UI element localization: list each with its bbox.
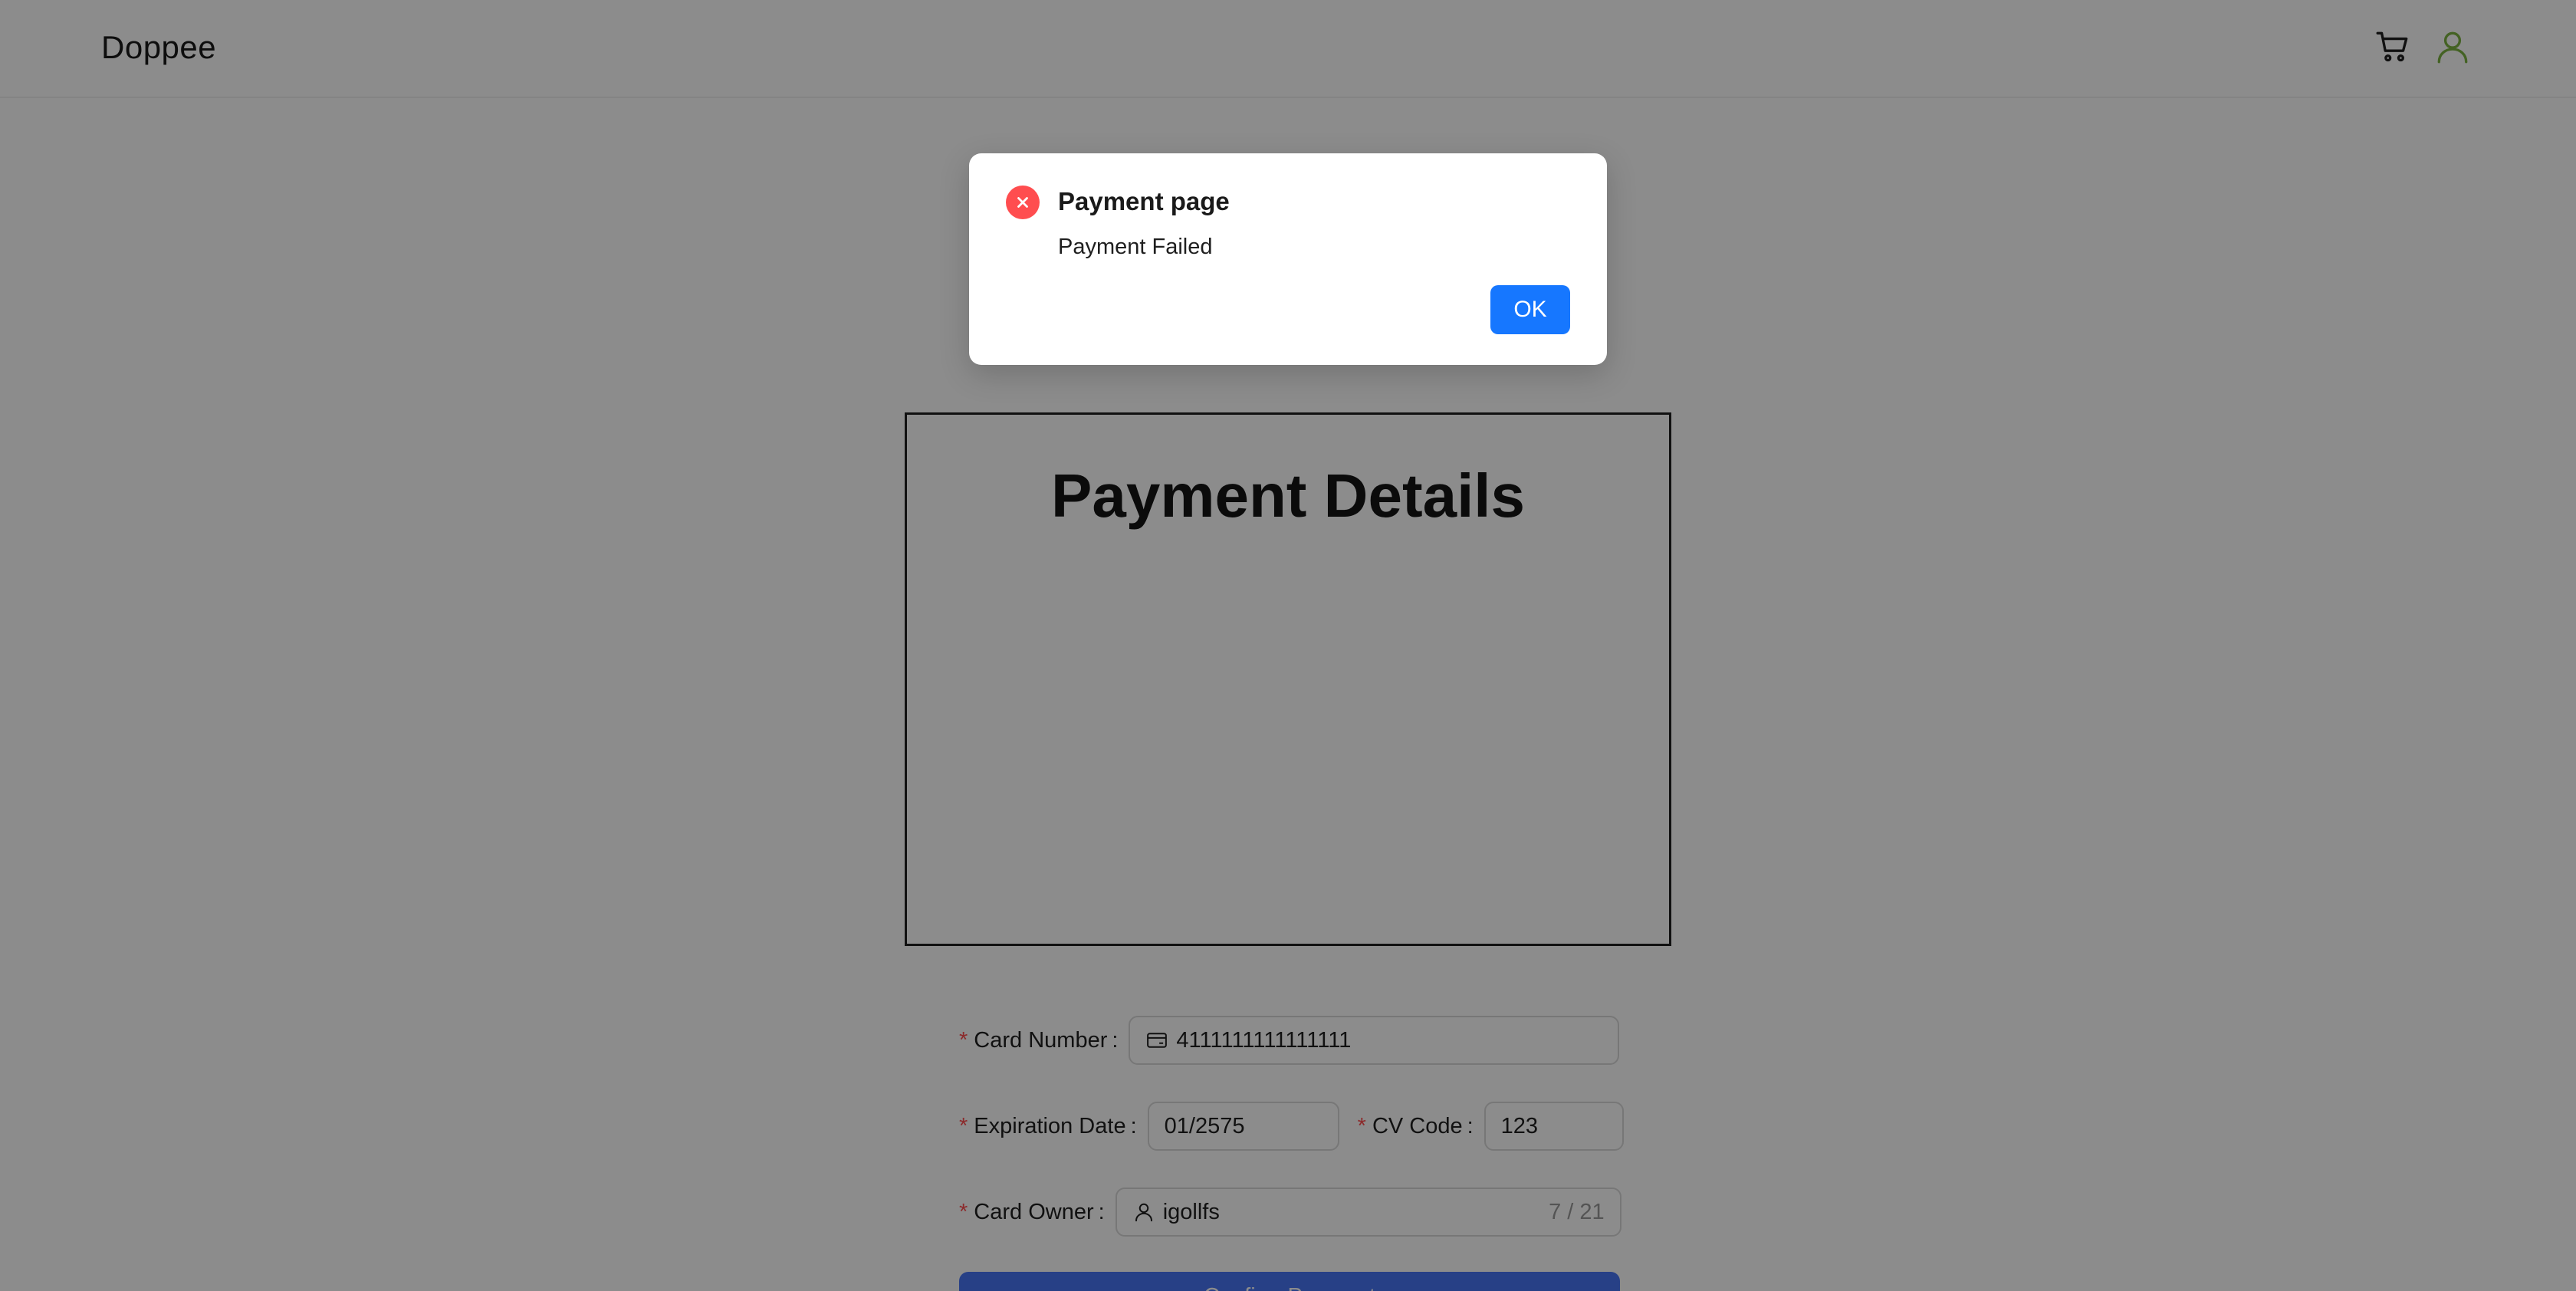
page: Doppee Payment Details * Card Number : 4…: [0, 0, 2576, 1291]
modal-title: Payment page: [1058, 187, 1230, 215]
close-circle-icon: [1006, 186, 1040, 219]
ok-button[interactable]: OK: [1490, 285, 1570, 334]
error-modal: Payment page Payment Failed OK: [969, 153, 1607, 365]
modal-message: Payment Failed: [1058, 235, 1213, 259]
